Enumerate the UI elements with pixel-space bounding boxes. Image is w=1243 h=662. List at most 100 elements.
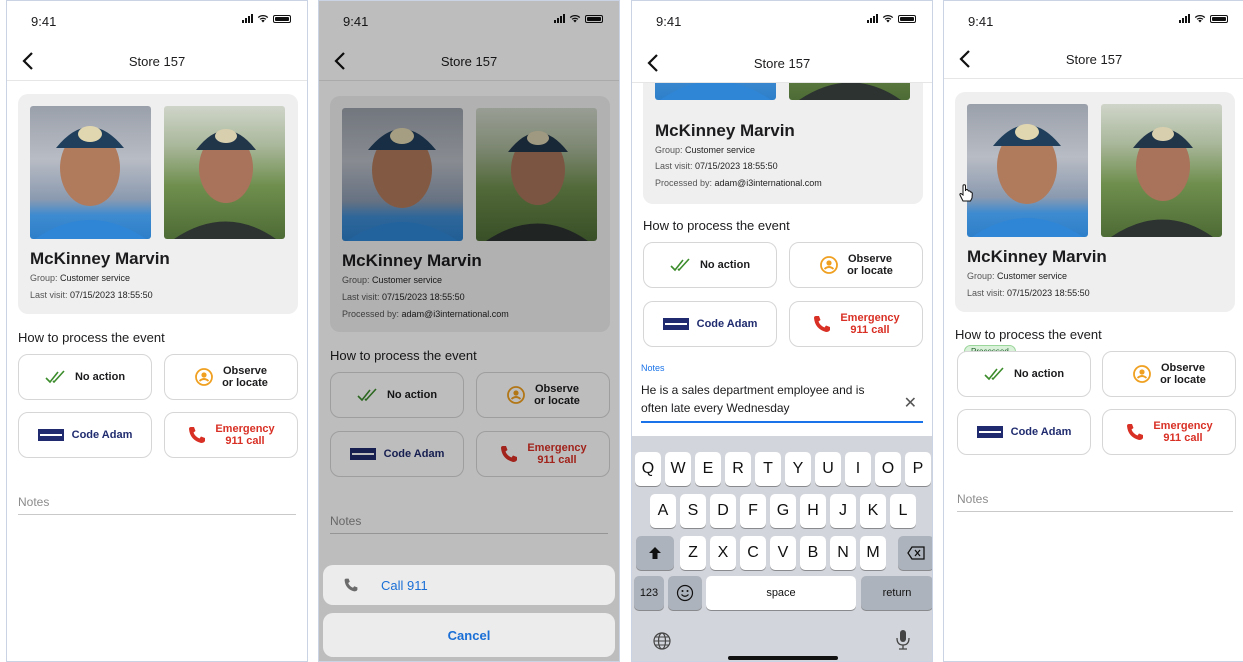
- page-title: Store 157: [753, 56, 811, 71]
- key-q[interactable]: Q: [635, 452, 661, 486]
- observe-label-2: or locate: [222, 377, 268, 389]
- code-adam-logo-icon: [976, 426, 1003, 438]
- key-p[interactable]: P: [905, 452, 931, 486]
- shift-key[interactable]: [636, 536, 674, 570]
- no-action-button[interactable]: No action: [957, 351, 1091, 397]
- key-o[interactable]: O: [875, 452, 901, 486]
- signal-icon: [867, 14, 878, 23]
- emergency-label-1: Emergency: [1153, 420, 1213, 432]
- call-911-action[interactable]: Call 911: [323, 565, 615, 605]
- key-j[interactable]: J: [830, 494, 856, 528]
- code-adam-button[interactable]: Code Adam: [643, 301, 777, 347]
- key-f[interactable]: F: [740, 494, 766, 528]
- group-label: Group:: [30, 273, 58, 283]
- last-visit-label: Last visit:: [30, 290, 68, 300]
- code-adam-label: Code Adam: [71, 429, 133, 441]
- numbers-key[interactable]: 123: [634, 576, 664, 610]
- clear-icon[interactable]: ✕: [904, 393, 917, 413]
- key-l[interactable]: L: [890, 494, 916, 528]
- reference-photo[interactable]: [164, 106, 285, 239]
- modal-overlay[interactable]: [319, 1, 619, 661]
- notes-field[interactable]: [18, 514, 296, 515]
- observe-button[interactable]: Observe or locate: [1102, 351, 1236, 397]
- emoji-icon: [676, 584, 694, 602]
- call-911-label: Call 911: [381, 577, 428, 593]
- wifi-icon: [257, 15, 269, 23]
- group-row: Group: Customer service: [30, 273, 130, 283]
- key-e[interactable]: E: [695, 452, 721, 486]
- key-r[interactable]: R: [725, 452, 751, 486]
- key-y[interactable]: Y: [785, 452, 811, 486]
- key-a[interactable]: A: [650, 494, 676, 528]
- group-value: Customer service: [685, 145, 756, 155]
- key-n[interactable]: N: [830, 536, 856, 570]
- last-visit-label: Last visit:: [967, 288, 1005, 298]
- observe-button[interactable]: Observe or locate: [164, 354, 298, 400]
- battery-icon: [1210, 14, 1228, 23]
- space-key[interactable]: space: [706, 576, 856, 610]
- processed-by-value: adam@i3international.com: [714, 178, 822, 188]
- observe-button[interactable]: Observe or locate: [789, 242, 923, 288]
- hand-cursor-icon: [959, 184, 973, 202]
- key-u[interactable]: U: [815, 452, 841, 486]
- backspace-key[interactable]: [898, 536, 932, 570]
- process-title: How to process the event: [955, 327, 1102, 342]
- key-i[interactable]: I: [845, 452, 871, 486]
- key-c[interactable]: C: [740, 536, 766, 570]
- last-visit-value: 07/15/2023 18:55:50: [695, 161, 778, 171]
- last-visit-label: Last visit:: [655, 161, 693, 171]
- key-t[interactable]: T: [755, 452, 781, 486]
- emergency-911-button[interactable]: Emergency 911 call: [1102, 409, 1236, 455]
- notes-field[interactable]: [957, 511, 1233, 512]
- key-x[interactable]: X: [710, 536, 736, 570]
- reference-photo[interactable]: [1101, 104, 1222, 237]
- home-indicator: [728, 656, 838, 660]
- key-k[interactable]: K: [860, 494, 886, 528]
- last-visit-value: 07/15/2023 18:55:50: [1007, 288, 1090, 298]
- double-check-icon: [45, 370, 65, 384]
- key-v[interactable]: V: [770, 536, 796, 570]
- process-title: How to process the event: [18, 330, 165, 345]
- nav-bar: Store 157: [632, 45, 932, 83]
- key-g[interactable]: G: [770, 494, 796, 528]
- key-m[interactable]: M: [860, 536, 886, 570]
- person-name: McKinney Marvin: [655, 121, 795, 140]
- screen-event-processed: 9:41 Store 157 McKinney Marvin Group: Cu…: [943, 0, 1243, 662]
- key-b[interactable]: B: [800, 536, 826, 570]
- globe-icon[interactable]: [652, 631, 672, 651]
- wifi-icon: [882, 15, 894, 23]
- cancel-button[interactable]: Cancel: [323, 613, 615, 657]
- key-z[interactable]: Z: [680, 536, 706, 570]
- notes-field[interactable]: Notes He is a sales department employee …: [641, 363, 923, 423]
- status-bar: 9:41: [7, 1, 307, 41]
- snapshot-photo[interactable]: [30, 106, 151, 239]
- emergency-911-button[interactable]: Emergency 911 call: [164, 412, 298, 458]
- screen-call-sheet: 9:41 Store 157 McKinney Marvin Group: Cu…: [318, 0, 620, 662]
- emoji-key[interactable]: [668, 576, 702, 610]
- phone-icon: [814, 316, 831, 332]
- code-adam-button[interactable]: Code Adam: [957, 409, 1091, 455]
- key-d[interactable]: D: [710, 494, 736, 528]
- key-h[interactable]: H: [800, 494, 826, 528]
- key-s[interactable]: S: [680, 494, 706, 528]
- no-action-label: No action: [699, 259, 751, 271]
- no-action-button[interactable]: No action: [18, 354, 152, 400]
- wifi-icon: [1194, 15, 1206, 23]
- key-w[interactable]: W: [665, 452, 691, 486]
- notes-label: Notes: [641, 363, 665, 373]
- emergency-label-2: 911 call: [225, 435, 265, 447]
- page-title: Store 157: [128, 54, 186, 69]
- phone-icon: [189, 427, 206, 443]
- no-action-button[interactable]: No action: [643, 242, 777, 288]
- last-visit-row: Last visit: 07/15/2023 18:55:50: [967, 288, 1090, 298]
- last-visit-value: 07/15/2023 18:55:50: [70, 290, 153, 300]
- code-adam-button[interactable]: Code Adam: [18, 412, 152, 458]
- last-visit-row: Last visit: 07/15/2023 18:55:50: [655, 161, 778, 171]
- return-key[interactable]: return: [861, 576, 932, 610]
- emergency-911-button[interactable]: Emergency 911 call: [789, 301, 923, 347]
- person-name: McKinney Marvin: [967, 247, 1107, 266]
- microphone-icon[interactable]: [895, 629, 911, 651]
- notes-value[interactable]: He is a sales department employee and is…: [641, 381, 891, 417]
- phone-icon: [344, 578, 358, 592]
- snapshot-photo[interactable]: [967, 104, 1088, 237]
